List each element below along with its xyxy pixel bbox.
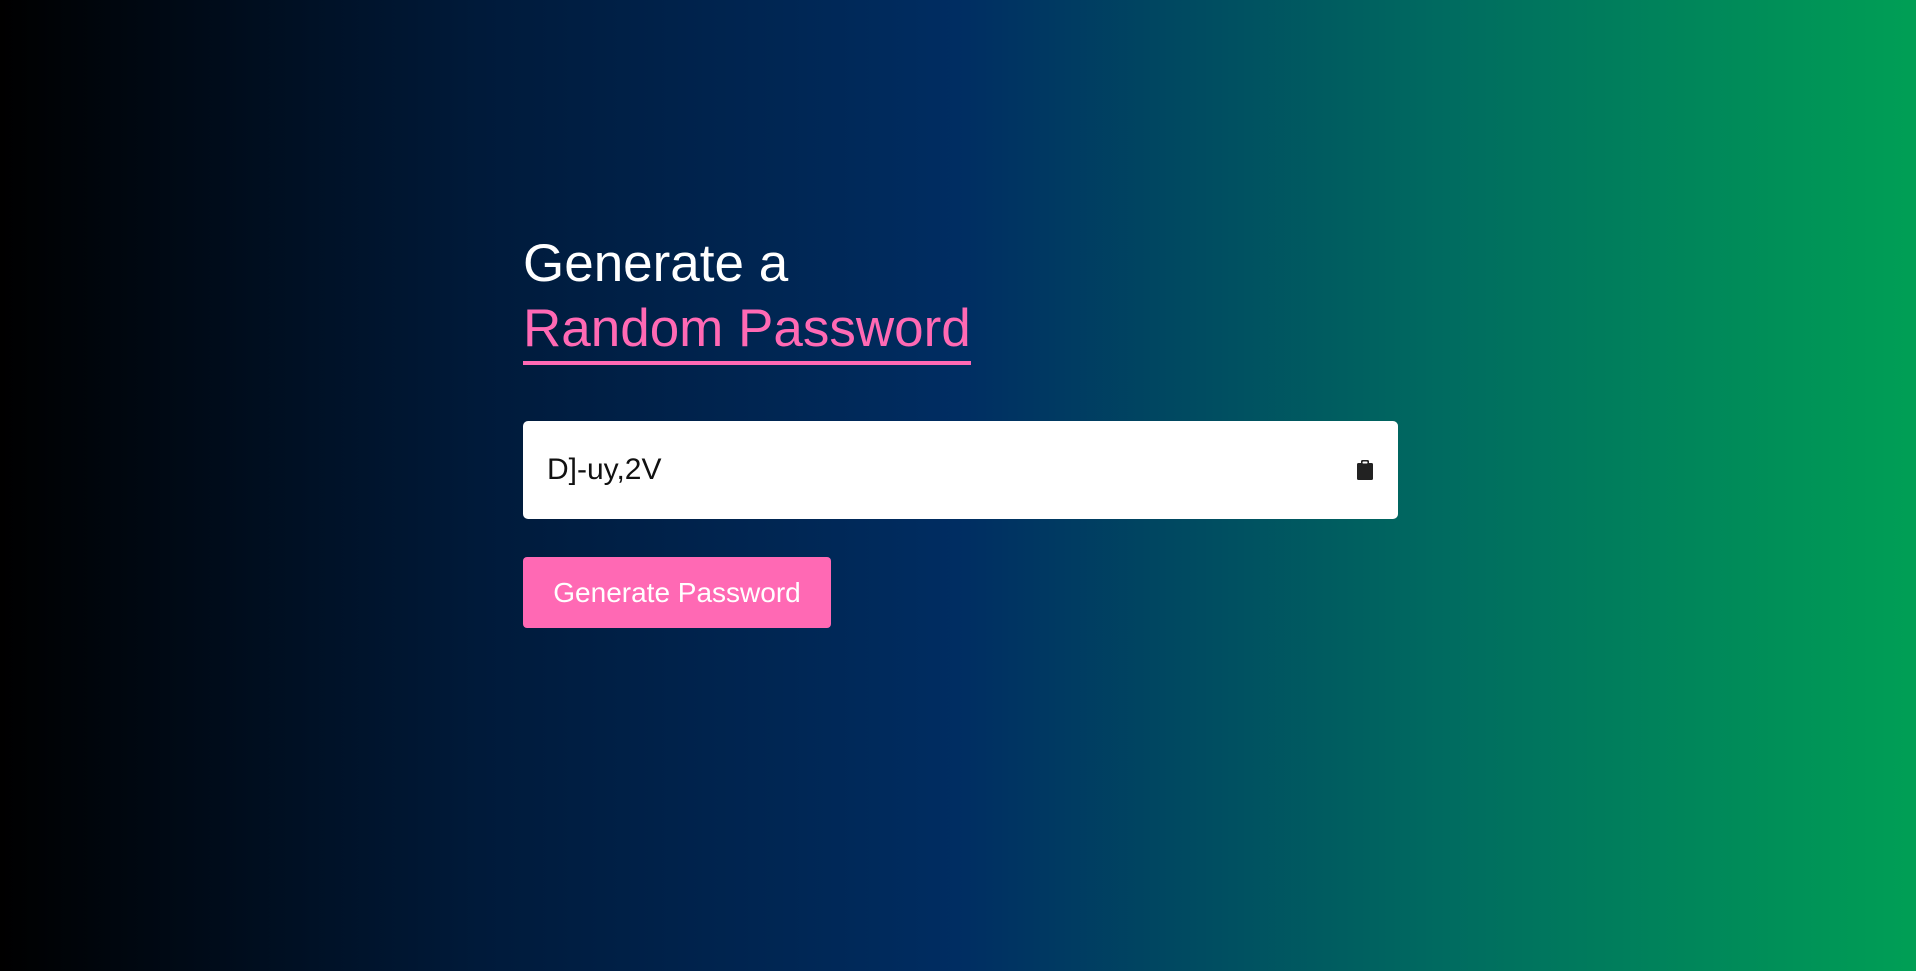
title-line-2: Random Password <box>523 297 971 366</box>
generate-password-button[interactable]: Generate Password <box>523 557 831 629</box>
password-generator: Generate a Random Password D]-uy,2V Gene… <box>523 232 1398 629</box>
title-line-1: Generate a <box>523 234 789 293</box>
page-title: Generate a Random Password <box>523 232 1398 366</box>
password-value[interactable]: D]-uy,2V <box>547 453 661 487</box>
clipboard-icon[interactable] <box>1356 459 1374 481</box>
password-display: D]-uy,2V <box>523 421 1398 520</box>
